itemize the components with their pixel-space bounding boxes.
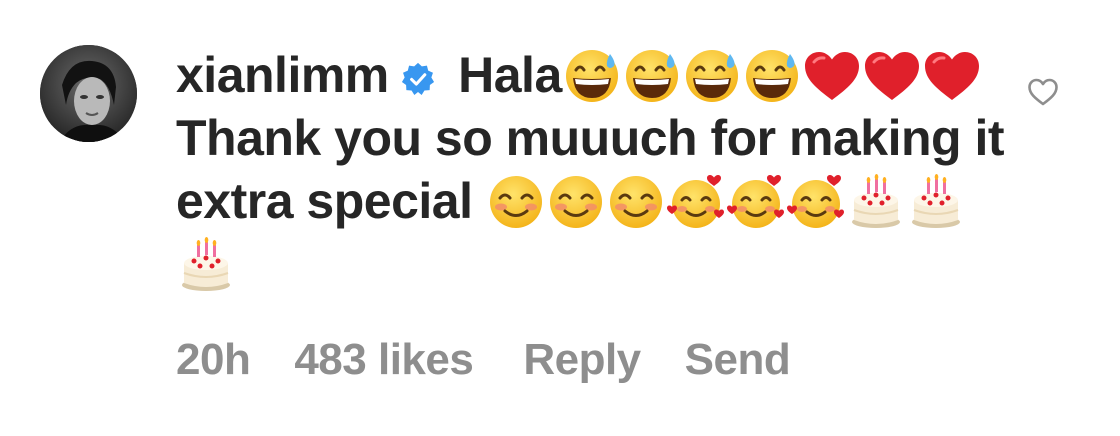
comment-text: xianlimm Hala Thank you so muuuch for ma… <box>176 44 1006 296</box>
smiling-hearts-emoji <box>666 174 726 230</box>
smiling-hearts-emoji <box>786 174 846 230</box>
grinning-sweat-emoji <box>562 48 622 104</box>
comment-body-text: Hala <box>444 47 562 103</box>
comment-timestamp[interactable]: 20h <box>176 330 251 390</box>
red-heart-emoji <box>802 48 862 104</box>
verified-badge-icon <box>401 48 435 95</box>
grinning-sweat-emoji <box>622 48 682 104</box>
avatar[interactable] <box>40 45 137 142</box>
like-comment-button[interactable] <box>1027 77 1059 107</box>
comment-likes-count[interactable]: 483 likes <box>294 330 474 390</box>
send-button[interactable]: Send <box>685 330 791 390</box>
smiling-blush-emoji <box>606 174 666 230</box>
birthday-cake-emoji <box>846 174 906 230</box>
comment-username[interactable]: xianlimm <box>176 47 389 103</box>
reply-button[interactable]: Reply <box>523 330 641 390</box>
smiling-blush-emoji <box>546 174 606 230</box>
red-heart-emoji <box>922 48 982 104</box>
heart-outline-icon <box>1028 78 1058 106</box>
comment-meta: 20h 483 likes Reply Send <box>176 330 791 390</box>
grinning-sweat-emoji <box>682 48 742 104</box>
birthday-cake-emoji <box>906 174 966 230</box>
grinning-sweat-emoji <box>742 48 802 104</box>
comment: xianlimm Hala Thank you so muuuch for ma… <box>0 0 1120 436</box>
birthday-cake-emoji <box>176 237 236 293</box>
red-heart-emoji <box>862 48 922 104</box>
smiling-hearts-emoji <box>726 174 786 230</box>
smiling-blush-emoji <box>486 174 546 230</box>
